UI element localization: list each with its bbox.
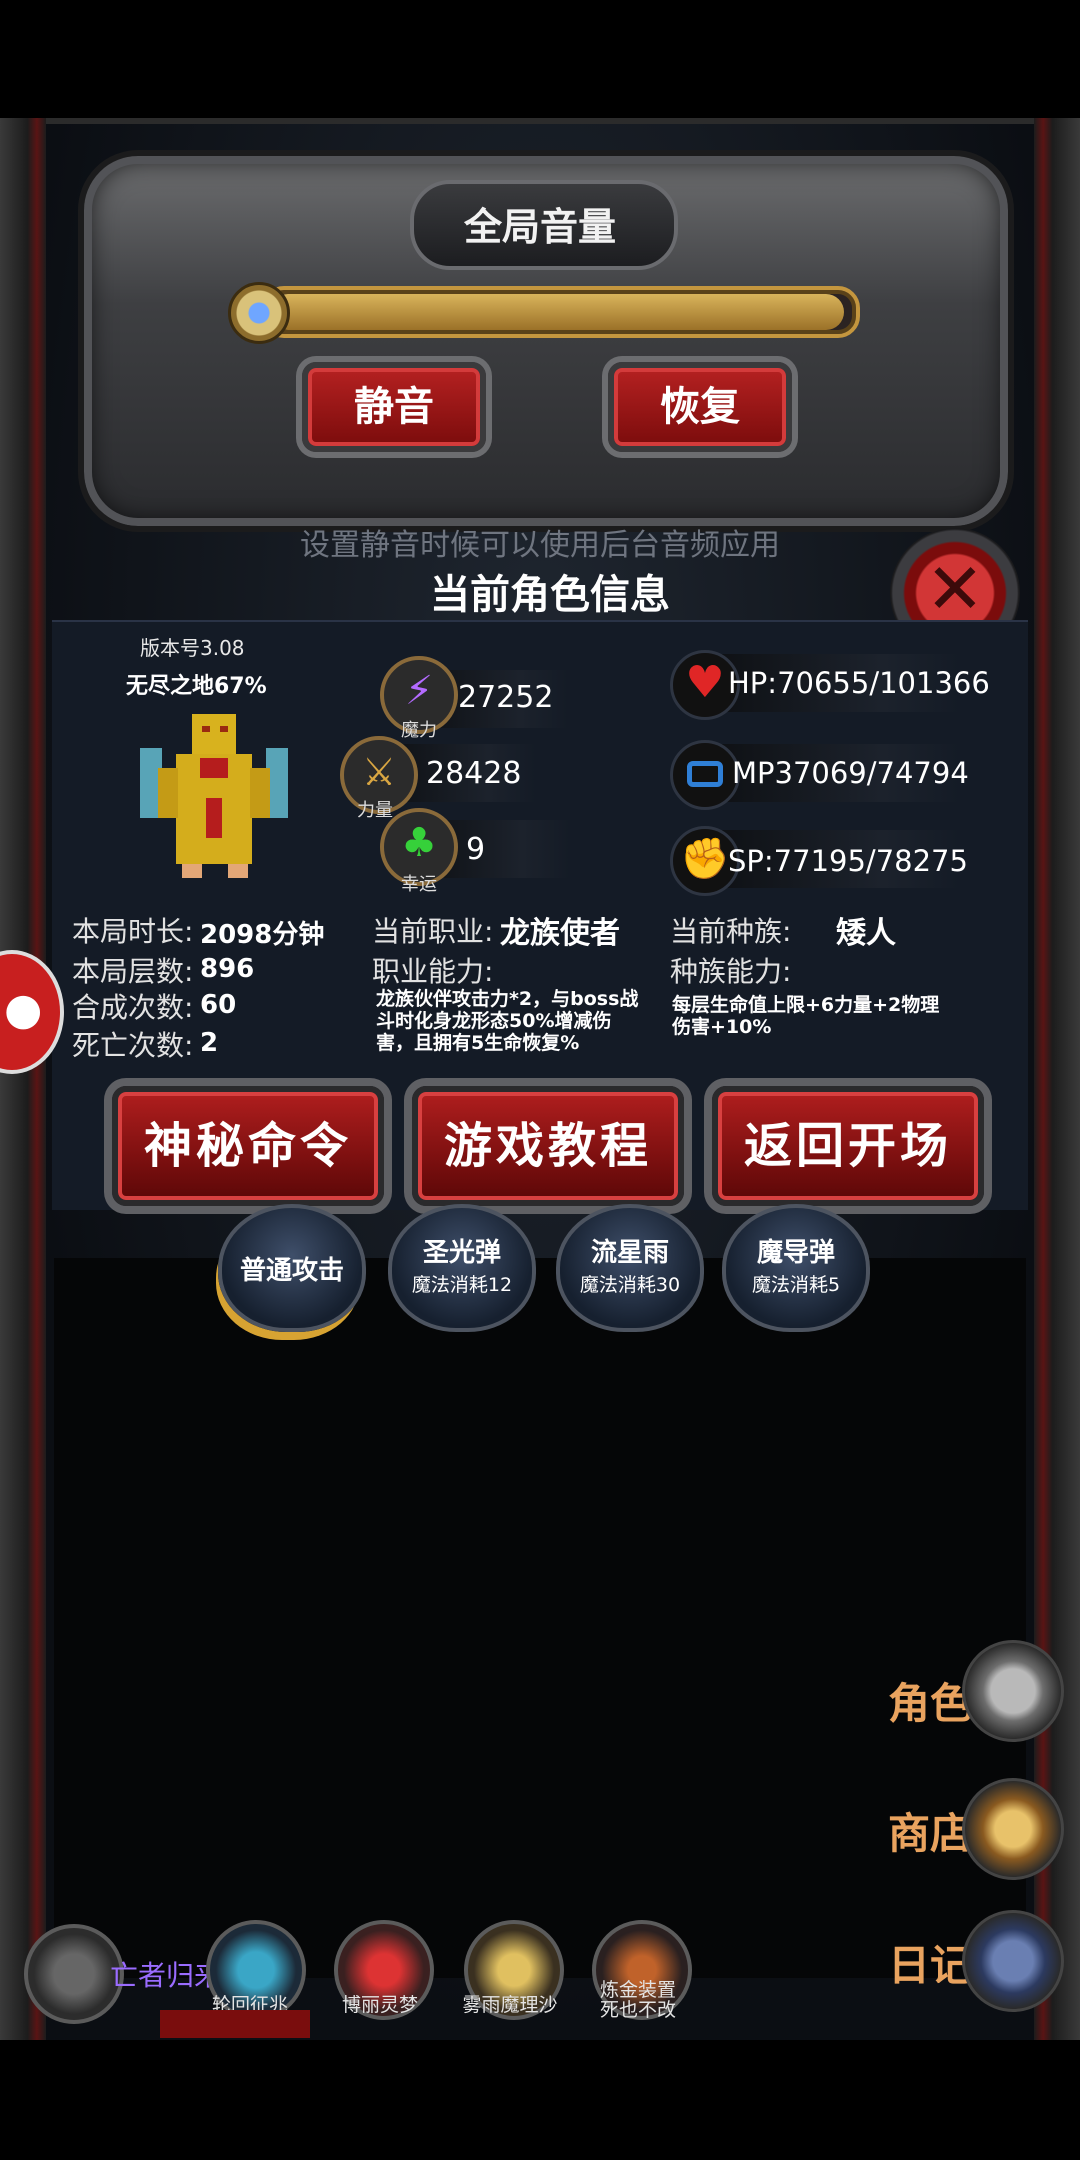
bottom-black-bar bbox=[0, 2040, 1080, 2160]
skill-name: 流星雨 bbox=[590, 1238, 669, 1268]
floor-progress: 无尽之地67% bbox=[126, 674, 267, 699]
skill-magic-missile[interactable]: 魔导弹 魔法消耗5 bbox=[722, 1204, 870, 1332]
floors-value: 896 bbox=[200, 954, 255, 984]
hero-sprite bbox=[140, 714, 288, 878]
version-label: 版本号3.08 bbox=[140, 636, 245, 660]
tutorial-button[interactable]: 游戏教程 bbox=[412, 1086, 684, 1206]
duration-value: 2098分钟 bbox=[200, 920, 325, 950]
companion-3-label: 雾雨魔理沙 bbox=[462, 1994, 558, 2016]
mp-value: MP37069/74794 bbox=[732, 756, 969, 790]
skill-cost: 魔法消耗5 bbox=[751, 1274, 841, 1296]
skill-cost: 魔法消耗30 bbox=[579, 1274, 681, 1296]
volume-slider-knob[interactable] bbox=[228, 282, 290, 344]
volume-title: 全局音量 bbox=[463, 205, 616, 249]
job-label: 当前职业: bbox=[372, 915, 494, 948]
frame-right-border bbox=[1034, 118, 1080, 2040]
skill-holy-bolt[interactable]: 圣光弹 魔法消耗12 bbox=[388, 1204, 536, 1332]
death-label: 死亡次数: bbox=[72, 1029, 194, 1062]
job-ability-desc: 龙族伙伴攻击力*2，与boss战斗时化身龙形态50%增减伤害，且拥有5生命恢复% bbox=[376, 988, 639, 1054]
shop-menu-label[interactable]: 商店 bbox=[888, 1800, 972, 1861]
death-value: 2 bbox=[200, 1028, 219, 1058]
skill-name: 圣光弹 bbox=[422, 1238, 501, 1268]
synth-value: 60 bbox=[200, 990, 237, 1020]
luck-label: 幸运 bbox=[401, 874, 437, 895]
beer-mug-icon[interactable] bbox=[962, 1778, 1064, 1880]
skill-meteor-shower[interactable]: 流星雨 魔法消耗30 bbox=[556, 1204, 704, 1332]
hp-value: HP:70655/101366 bbox=[728, 666, 990, 700]
frame-left-border bbox=[0, 118, 46, 2040]
luck-value: 9 bbox=[466, 832, 486, 867]
volume-slider-fill bbox=[270, 294, 844, 330]
race-value: 矮人 bbox=[836, 916, 896, 951]
magic-label: 魔力 bbox=[401, 720, 437, 741]
alchemy-device-label: 炼金装置 死也不改 bbox=[599, 1979, 676, 2021]
close-icon: ✕ bbox=[925, 548, 985, 630]
user-icon: ● bbox=[4, 984, 43, 1035]
diary-menu-label[interactable]: 日记 bbox=[888, 1932, 972, 1993]
sp-value: SP:77195/78275 bbox=[728, 844, 968, 878]
skill-name: 普通攻击 bbox=[239, 1256, 344, 1286]
back-to-start-button[interactable]: 返回开场 bbox=[712, 1086, 984, 1206]
skill-cost: 魔法消耗12 bbox=[411, 1274, 513, 1296]
floors-label: 本局层数: bbox=[72, 955, 194, 988]
helmet-icon[interactable] bbox=[962, 1640, 1064, 1742]
battle-area bbox=[54, 1258, 1026, 1978]
restore-button[interactable]: 恢复 bbox=[608, 362, 792, 452]
character-menu-label[interactable]: 角色 bbox=[888, 1670, 972, 1731]
skill-name: 魔导弹 bbox=[756, 1238, 835, 1268]
mana-icon bbox=[670, 740, 740, 810]
race-label: 当前种族: bbox=[670, 915, 792, 948]
progress-strip bbox=[160, 2010, 310, 2038]
mystery-command-button[interactable]: 神秘命令 bbox=[112, 1086, 384, 1206]
synth-label: 合成次数: bbox=[72, 991, 194, 1024]
companion-2-label: 博丽灵梦 bbox=[341, 1994, 418, 2016]
job-ability-label: 职业能力: bbox=[372, 955, 494, 988]
mute-button[interactable]: 静音 bbox=[302, 362, 486, 452]
job-value: 龙族使者 bbox=[500, 916, 620, 951]
undead-return-avatar[interactable] bbox=[24, 1924, 124, 2024]
strength-value: 28428 bbox=[426, 756, 522, 791]
book-icon[interactable] bbox=[962, 1910, 1064, 2012]
race-ability-label: 种族能力: bbox=[670, 955, 792, 988]
race-ability-desc: 每层生命值上限+6力量+2物理伤害+10% bbox=[672, 994, 940, 1038]
magic-value: 27252 bbox=[458, 680, 554, 715]
skill-normal-attack[interactable]: 普通攻击 bbox=[218, 1204, 366, 1332]
duration-label: 本局时长: bbox=[72, 915, 194, 948]
